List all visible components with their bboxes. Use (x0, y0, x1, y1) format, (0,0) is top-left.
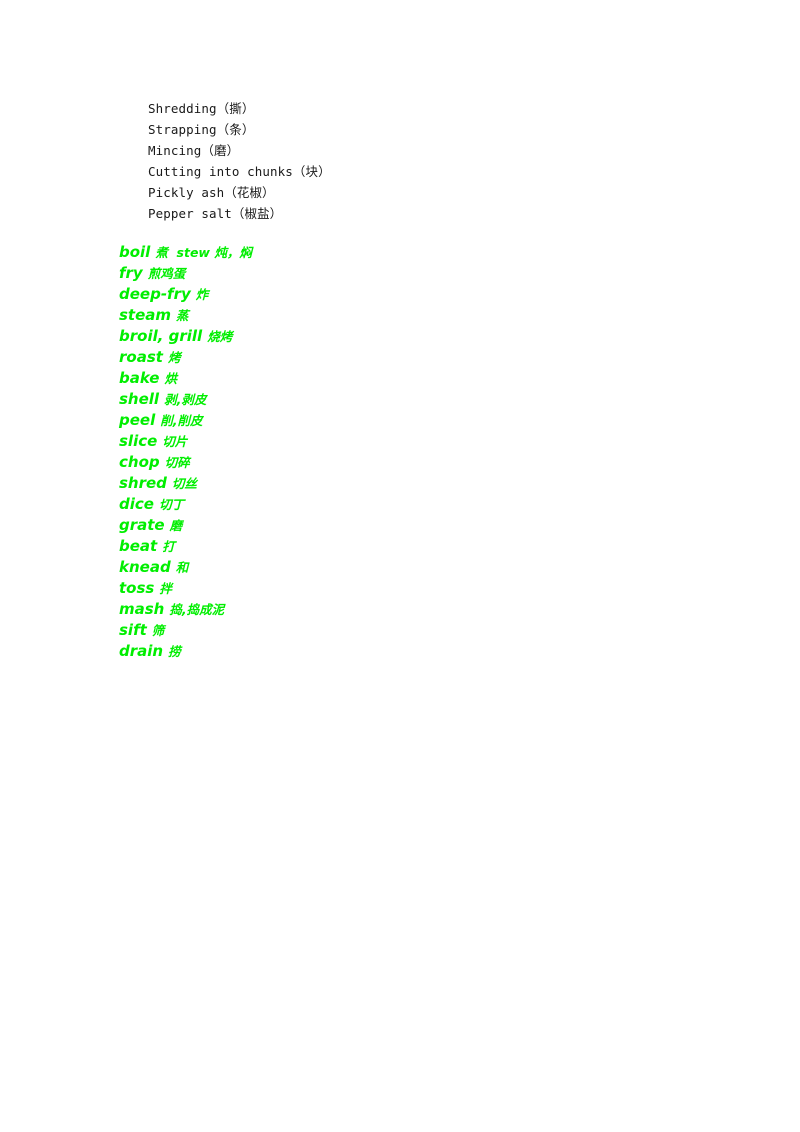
verb-english: peel (119, 411, 156, 429)
list-item: shred 切丝 (119, 473, 719, 494)
cut-term-text: Pickly ash（花椒） (148, 185, 275, 200)
cut-term-text: Shredding（撕） (148, 101, 255, 116)
verb-chinese: 切丁 (158, 497, 184, 512)
list-item: toss 拌 (119, 578, 719, 599)
verb-english: dice (119, 495, 154, 513)
list-item: dice 切丁 (119, 494, 719, 515)
verb-chinese: 剥,剥皮 (164, 392, 207, 407)
verb-english: bake (119, 369, 160, 387)
verb-chinese: 和 (175, 560, 189, 575)
verb-english: knead (119, 558, 171, 576)
cut-term-text: Mincing（磨） (148, 143, 240, 158)
verb-chinese: 筛 (151, 623, 165, 638)
list-item: beat 打 (119, 536, 719, 557)
verb-chinese: 捞 (168, 644, 181, 659)
verb-chinese: 切片 (162, 434, 188, 449)
verb-chinese: 拌 (159, 581, 172, 596)
list-item: broil, grill 烧烤 (119, 326, 719, 347)
list-item: bake 烘 (119, 368, 719, 389)
cut-term-text: Cutting into chunks（块） (148, 164, 331, 179)
verb-english: steam (119, 306, 172, 324)
list-item: deep-fry 炸 (119, 284, 719, 305)
verb-english: boil (119, 243, 151, 261)
verb-chinese: 炸 (195, 287, 209, 302)
document-page: Shredding（撕） Strapping（条） Mincing（磨） Cut… (0, 0, 800, 1132)
list-item: Mincing（磨） (148, 140, 708, 161)
verb-english: roast (119, 348, 163, 366)
list-item: Strapping（条） (148, 119, 708, 140)
verb-english: mash (119, 600, 165, 618)
cutting-terms-list: Shredding（撕） Strapping（条） Mincing（磨） Cut… (148, 98, 708, 224)
list-item: Shredding（撕） (148, 98, 708, 119)
verb-chinese: 切碎 (164, 455, 190, 470)
verb-english: chop (119, 453, 160, 471)
verb-chinese: 捣,捣成泥 (169, 602, 225, 617)
verb-chinese: 削,削皮 (160, 413, 203, 428)
cut-term-text: Strapping（条） (148, 122, 255, 137)
list-item: Cutting into chunks（块） (148, 161, 708, 182)
verb-chinese: 烤 (167, 350, 181, 365)
verb-english: drain (119, 642, 164, 660)
verb-english: shell (119, 390, 160, 408)
cut-term-text: Pepper salt（椒盐） (148, 206, 283, 221)
verb-english: deep-fry (119, 285, 191, 303)
verb-chinese: 烘 (164, 371, 177, 386)
verb-english: broil, grill (119, 327, 203, 345)
verb-english: fry (119, 264, 143, 282)
verb-chinese: 磨 (169, 518, 183, 533)
verb-chinese: 切丝 (171, 476, 197, 491)
list-item: shell 剥,剥皮 (119, 389, 719, 410)
list-item: roast 烤 (119, 347, 719, 368)
list-item: drain 捞 (119, 641, 719, 662)
list-item: Pepper salt（椒盐） (148, 203, 708, 224)
list-item: fry 煎鸡蛋 (119, 263, 719, 284)
verb-english: beat (119, 537, 158, 555)
verb-chinese: 烧烤 (207, 329, 233, 344)
cooking-verbs-list: boil 煮 stew 炖，焖 fry 煎鸡蛋 deep-fry 炸 steam 蒸 b… (119, 242, 719, 662)
list-item: knead 和 (119, 557, 719, 578)
list-item: grate 磨 (119, 515, 719, 536)
verb-english: grate (119, 516, 165, 534)
verb-chinese: 煎鸡蛋 (147, 266, 186, 281)
verb-chinese: 煮 stew 炖，焖 (155, 245, 252, 260)
verb-english: toss (119, 579, 155, 597)
list-item: slice 切片 (119, 431, 719, 452)
list-item: Pickly ash（花椒） (148, 182, 708, 203)
list-item: mash 捣,捣成泥 (119, 599, 719, 620)
verb-english: slice (119, 432, 158, 450)
verb-english: sift (119, 621, 147, 639)
list-item: chop 切碎 (119, 452, 719, 473)
list-item: sift 筛 (119, 620, 719, 641)
list-item: boil 煮 stew 炖，焖 (119, 242, 719, 263)
verb-english: shred (119, 474, 167, 492)
list-item: steam 蒸 (119, 305, 719, 326)
list-item: peel 削,削皮 (119, 410, 719, 431)
verb-chinese: 蒸 (176, 308, 189, 323)
verb-chinese: 打 (162, 539, 175, 554)
